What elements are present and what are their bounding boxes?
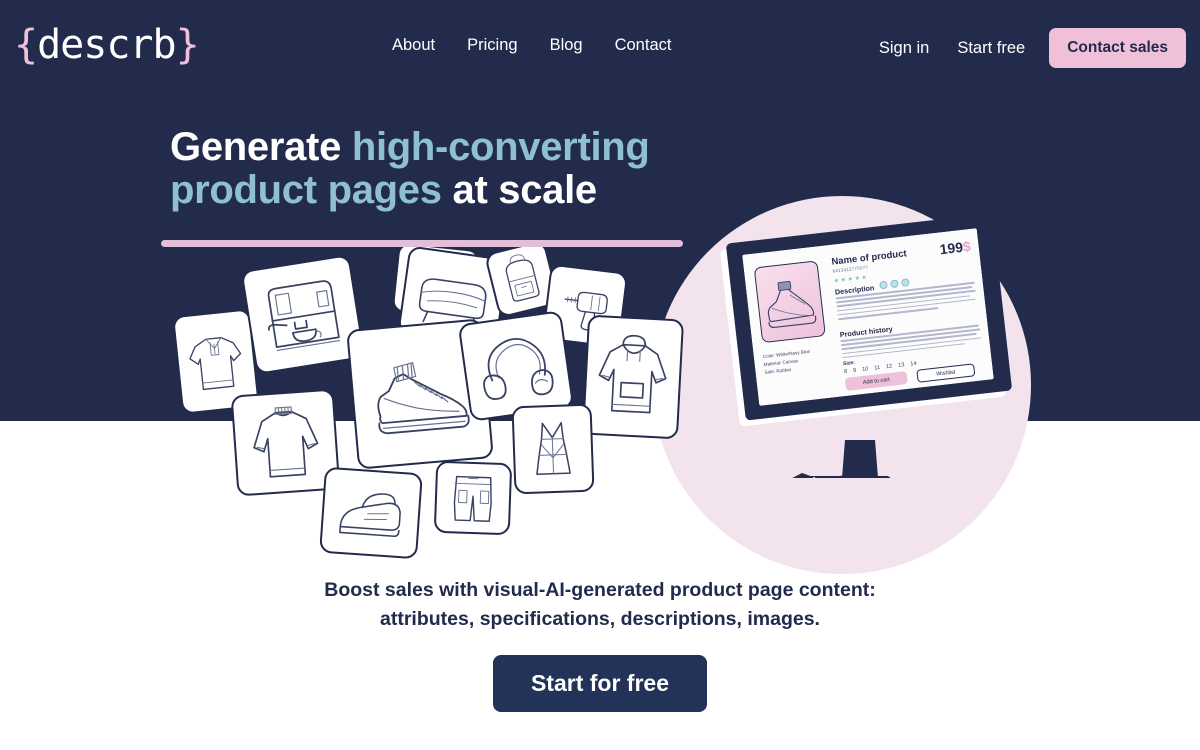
iron-icon — [338, 492, 401, 537]
monitor-screen: Name of product 199$ 6413412775077 ★★★★★… — [742, 228, 994, 406]
mockup-product-price: 199$ — [939, 238, 972, 257]
sketch-card-iron — [319, 466, 423, 560]
hero-cta-container: Start for free — [0, 655, 1200, 712]
sketch-card-dress — [511, 403, 595, 495]
backpack-icon — [505, 254, 540, 302]
brand-logo[interactable]: {descrb} — [14, 22, 200, 68]
headline-segment-1: Generate — [170, 125, 352, 169]
landing-page: {descrb} About Pricing Blog Contact Sign… — [0, 0, 1200, 750]
shorts-icon — [453, 475, 493, 522]
product-page-mockup: Name of product 199$ 6413412775077 ★★★★★… — [742, 228, 994, 406]
size-option-11[interactable]: 11 — [874, 365, 880, 372]
badge-icon-1 — [879, 280, 888, 290]
mockup-sneaker-icon — [767, 281, 817, 329]
nav-item-start-free[interactable]: Start free — [943, 39, 1039, 58]
mockup-price-value: 199 — [938, 238, 964, 258]
badge-icon-3 — [900, 278, 910, 287]
primary-nav-links: About Pricing Blog Contact — [392, 36, 687, 55]
logo-open-brace-icon: { — [14, 22, 38, 68]
mockup-attribute-list: Color: White/Navy Blue Material: Canvas … — [762, 348, 812, 377]
logo-close-brace-icon: } — [175, 22, 200, 68]
secondary-nav-links: Sign in Start free Contact sales — [865, 28, 1186, 68]
start-for-free-button[interactable]: Start for free — [492, 655, 708, 712]
mockup-add-to-cart-button[interactable]: Add to cart — [844, 371, 908, 391]
dress-icon — [536, 421, 572, 475]
size-option-12[interactable]: 12 — [886, 364, 893, 371]
headline-segment-2: at scale — [441, 168, 598, 213]
size-option-10[interactable]: 10 — [862, 366, 869, 373]
headline-accent-2: product pages — [170, 168, 442, 213]
mockup-product-title: Name of product — [830, 248, 908, 268]
desk-setup-illustration: Name of product 199$ 6413412775077 ★★★★★… — [719, 213, 1035, 478]
polo-shirt-icon — [189, 336, 242, 390]
nav-item-contact[interactable]: Contact — [599, 36, 688, 55]
subcopy-line-1: Boost sales with visual-AI-generated pro… — [324, 579, 876, 601]
coffee-machine-icon — [268, 280, 341, 351]
mockup-product-image — [753, 260, 826, 344]
mockup-size-label: Size: — [842, 359, 856, 368]
hero-subcopy: Boost sales with visual-AI-generated pro… — [0, 576, 1200, 633]
hero-headline: Generate high-converting product pages at… — [170, 125, 730, 213]
size-option-13[interactable]: 13 — [898, 362, 905, 369]
size-option-9[interactable]: 9 — [853, 368, 857, 374]
size-option-14[interactable]: 14 — [910, 361, 917, 368]
headphones-icon — [483, 337, 554, 400]
nav-item-blog[interactable]: Blog — [534, 36, 599, 55]
size-option-8[interactable]: 8 — [844, 369, 848, 375]
headline-accent-1: high-converting — [351, 125, 650, 169]
mockup-attribute-badges — [879, 278, 910, 290]
logo-wordmark: descrb — [37, 22, 176, 68]
mockup-wishlist-button[interactable]: Wishlist — [916, 363, 976, 383]
sketch-card-shorts — [433, 460, 513, 536]
sweater-icon — [253, 406, 319, 478]
hero-divider-rule — [161, 240, 683, 247]
mockup-currency-symbol: $ — [961, 237, 972, 255]
nav-item-sign-in[interactable]: Sign in — [865, 39, 943, 58]
contact-sales-button[interactable]: Contact sales — [1049, 28, 1186, 68]
mockup-star-rating: ★★★★★ — [833, 274, 869, 285]
subcopy-line-2: attributes, specifications, descriptions… — [380, 607, 820, 630]
top-navigation-bar: {descrb} About Pricing Blog Contact Sign… — [0, 0, 1200, 96]
nav-item-pricing[interactable]: Pricing — [451, 36, 533, 55]
sketch-card-coffee-machine — [240, 254, 366, 375]
badge-icon-2 — [889, 279, 899, 289]
nav-item-about[interactable]: About — [392, 36, 451, 55]
